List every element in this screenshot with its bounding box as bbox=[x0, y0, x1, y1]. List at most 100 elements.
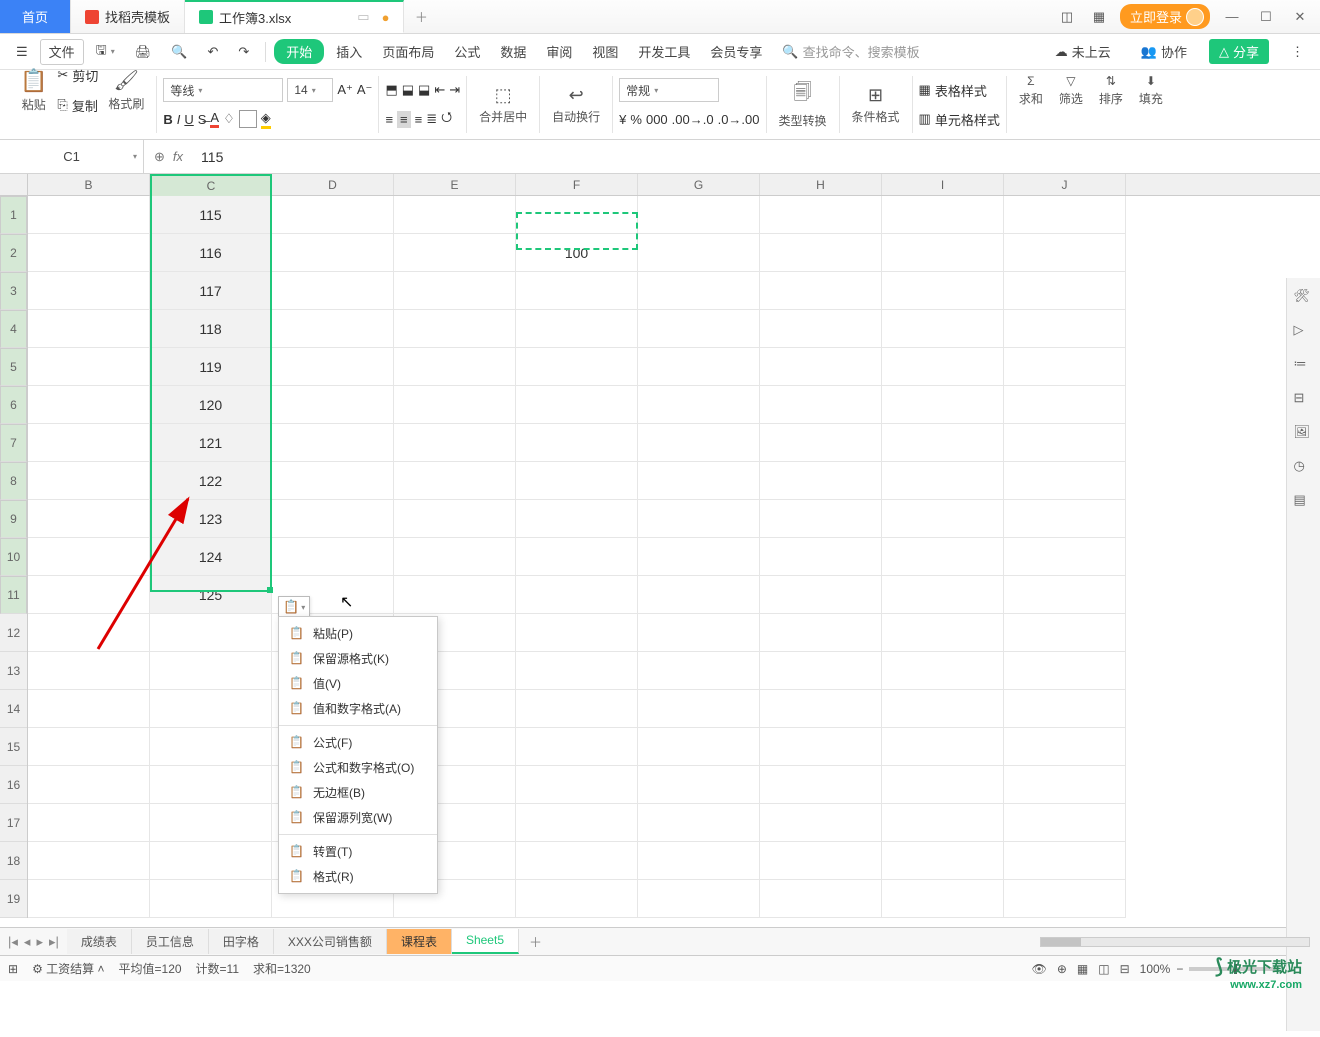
cell-H15[interactable] bbox=[760, 728, 882, 766]
tab-data[interactable]: 数据 bbox=[492, 39, 534, 65]
sheet-tab-课程表[interactable]: 课程表 bbox=[387, 929, 452, 954]
share-button[interactable]: △ 分享 bbox=[1209, 39, 1269, 64]
cell-C3[interactable]: 117 bbox=[150, 272, 272, 310]
cell-B3[interactable] bbox=[28, 272, 150, 310]
cell-D4[interactable] bbox=[272, 310, 394, 348]
tab-insert[interactable]: 插入 bbox=[328, 39, 370, 65]
ctx-paste-transp[interactable]: 📋转置(T) bbox=[279, 839, 437, 864]
cell-G2[interactable] bbox=[638, 234, 760, 272]
cell-E1[interactable] bbox=[394, 196, 516, 234]
cell-B9[interactable] bbox=[28, 500, 150, 538]
cell-C5[interactable]: 119 bbox=[150, 348, 272, 386]
cell-F14[interactable] bbox=[516, 690, 638, 728]
cell-F16[interactable] bbox=[516, 766, 638, 804]
font-select[interactable]: 等线▾ bbox=[163, 78, 283, 102]
cell-J5[interactable] bbox=[1004, 348, 1126, 386]
cell-C8[interactable]: 122 bbox=[150, 462, 272, 500]
indent-dec-icon[interactable]: ⇤ bbox=[434, 82, 445, 98]
cell-E2[interactable] bbox=[394, 234, 516, 272]
row-header-11[interactable]: 11 bbox=[0, 576, 27, 614]
align-left-icon[interactable]: ≡ bbox=[385, 112, 393, 127]
cond-format-button[interactable]: ⊞条件格式 bbox=[846, 76, 906, 133]
border-button[interactable] bbox=[239, 110, 257, 128]
inc-font-icon[interactable]: A⁺ bbox=[337, 82, 353, 98]
sheet-tab-成绩表[interactable]: 成绩表 bbox=[67, 929, 132, 954]
cell-B13[interactable] bbox=[28, 652, 150, 690]
col-header-F[interactable]: F bbox=[516, 174, 638, 195]
cell-B15[interactable] bbox=[28, 728, 150, 766]
cell-G7[interactable] bbox=[638, 424, 760, 462]
cell-C2[interactable]: 116 bbox=[150, 234, 272, 272]
row-header-9[interactable]: 9 bbox=[0, 500, 27, 538]
sheet-tab-XXX公司销售额[interactable]: XXX公司销售额 bbox=[274, 929, 387, 954]
sheet-last-icon[interactable]: ▸| bbox=[49, 934, 59, 950]
sheet-tab-Sheet5[interactable]: Sheet5 bbox=[452, 929, 519, 954]
cell-I16[interactable] bbox=[882, 766, 1004, 804]
view-eye-icon[interactable]: 👁 bbox=[1032, 962, 1047, 976]
tab-menu-icon[interactable]: ▭ bbox=[357, 9, 369, 25]
cell-J19[interactable] bbox=[1004, 880, 1126, 918]
cell-C1[interactable]: 115 bbox=[150, 196, 272, 234]
cell-J17[interactable] bbox=[1004, 804, 1126, 842]
tab-review[interactable]: 审阅 bbox=[538, 39, 580, 65]
cell-B7[interactable] bbox=[28, 424, 150, 462]
cell-D1[interactable] bbox=[272, 196, 394, 234]
underline-button[interactable]: U bbox=[184, 112, 193, 127]
currency-icon[interactable]: ¥ bbox=[619, 112, 626, 127]
row-header-4[interactable]: 4 bbox=[0, 310, 27, 348]
sheet-tab-田字格[interactable]: 田字格 bbox=[209, 929, 274, 954]
cell-G17[interactable] bbox=[638, 804, 760, 842]
cell-I12[interactable] bbox=[882, 614, 1004, 652]
tab-template[interactable]: 找稻壳模板 bbox=[71, 0, 185, 33]
login-button[interactable]: 立即登录 bbox=[1120, 4, 1210, 29]
cell-F11[interactable] bbox=[516, 576, 638, 614]
view-break-icon[interactable]: ⊟ bbox=[1120, 962, 1130, 976]
cell-G10[interactable] bbox=[638, 538, 760, 576]
cell-H17[interactable] bbox=[760, 804, 882, 842]
row-header-19[interactable]: 19 bbox=[0, 880, 27, 918]
cell-J6[interactable] bbox=[1004, 386, 1126, 424]
align-bot-icon[interactable]: ⬓ bbox=[418, 82, 430, 98]
cell-H12[interactable] bbox=[760, 614, 882, 652]
row-header-6[interactable]: 6 bbox=[0, 386, 27, 424]
cell-G11[interactable] bbox=[638, 576, 760, 614]
col-header-I[interactable]: I bbox=[882, 174, 1004, 195]
align-center-icon[interactable]: ≡ bbox=[397, 111, 411, 128]
select-all-corner[interactable] bbox=[0, 174, 28, 196]
number-format-select[interactable]: 常规▾ bbox=[619, 78, 719, 102]
cell-I1[interactable] bbox=[882, 196, 1004, 234]
sp-settings-icon[interactable]: ≔ bbox=[1294, 356, 1314, 376]
add-sheet-button[interactable]: ＋ bbox=[519, 928, 552, 955]
cell-I9[interactable] bbox=[882, 500, 1004, 538]
cell-H9[interactable] bbox=[760, 500, 882, 538]
cell-B16[interactable] bbox=[28, 766, 150, 804]
sp-gallery-icon[interactable]: 🖼 bbox=[1294, 424, 1314, 444]
cell-B11[interactable] bbox=[28, 576, 150, 614]
col-header-E[interactable]: E bbox=[394, 174, 516, 195]
cell-H10[interactable] bbox=[760, 538, 882, 576]
cell-E4[interactable] bbox=[394, 310, 516, 348]
cell-D10[interactable] bbox=[272, 538, 394, 576]
tab-member[interactable]: 会员专享 bbox=[702, 39, 770, 65]
align-top-icon[interactable]: ⬒ bbox=[385, 82, 397, 98]
cell-D7[interactable] bbox=[272, 424, 394, 462]
cell-G6[interactable] bbox=[638, 386, 760, 424]
sheet-tab-员工信息[interactable]: 员工信息 bbox=[132, 929, 209, 954]
row-header-14[interactable]: 14 bbox=[0, 690, 27, 728]
cell-H6[interactable] bbox=[760, 386, 882, 424]
cell-J10[interactable] bbox=[1004, 538, 1126, 576]
inc-dec-icon[interactable]: .00→.0 bbox=[672, 112, 714, 127]
cell-B8[interactable] bbox=[28, 462, 150, 500]
ctx-paste-colw[interactable]: 📋保留源列宽(W) bbox=[279, 805, 437, 830]
sp-book-icon[interactable]: ▤ bbox=[1294, 492, 1314, 512]
cell-H18[interactable] bbox=[760, 842, 882, 880]
cell-D9[interactable] bbox=[272, 500, 394, 538]
cell-C16[interactable] bbox=[150, 766, 272, 804]
cell-C17[interactable] bbox=[150, 804, 272, 842]
merge-button[interactable]: ⬚合并居中 bbox=[473, 76, 533, 133]
sp-wrench-icon[interactable]: 🛠 bbox=[1294, 288, 1314, 308]
fill-button[interactable]: ⬇填充 bbox=[1133, 61, 1169, 119]
search-box[interactable]: 🔍 查找命令、搜索模板 bbox=[782, 42, 919, 61]
cell-E8[interactable] bbox=[394, 462, 516, 500]
row-header-2[interactable]: 2 bbox=[0, 234, 27, 272]
